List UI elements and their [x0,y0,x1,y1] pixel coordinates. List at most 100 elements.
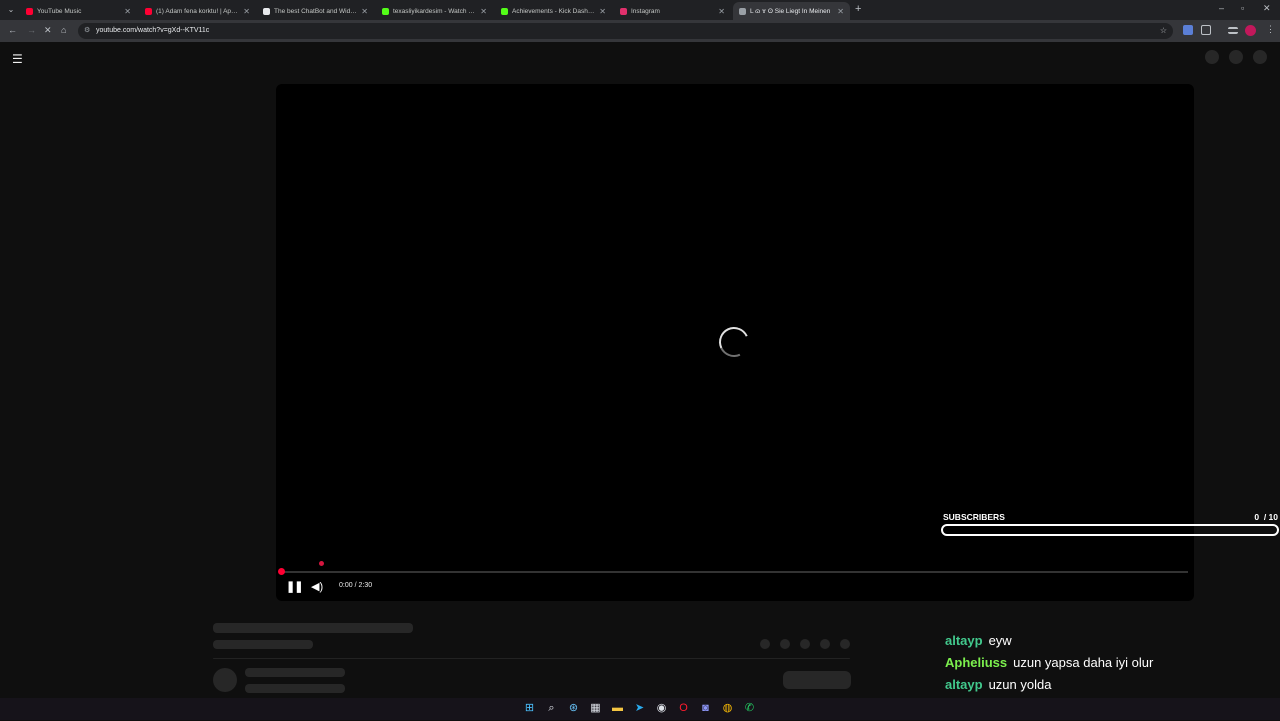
extensions-puzzle-icon[interactable] [1201,25,1211,35]
tab-favicon-icon [501,7,508,15]
browser-tab[interactable]: The best ChatBot and Widgets ✕ [257,2,374,20]
notifications-icon[interactable] [1229,50,1243,64]
create-icon[interactable] [1205,50,1219,64]
goal-label: SUBSCRIBERS [943,512,1005,522]
media-controls-icon[interactable] [1228,27,1238,34]
tab-favicon-icon [145,7,152,15]
forward-icon[interactable]: → [27,25,36,35]
chat-username: Apheliuss [945,655,1008,670]
tab-title: (1) Adam fena korktu! | Aphelius [156,7,240,15]
action-skeleton [780,639,790,649]
loading-spinner-icon [714,322,754,362]
current-time: 0:00 [339,582,353,589]
channel-name-skeleton [245,668,345,677]
action-skeleton [800,639,810,649]
tab-favicon-icon [620,7,627,15]
browser-tab[interactable]: (1) Adam fena korktu! | Aphelius ✕ [139,2,256,20]
tab-close-icon[interactable]: ✕ [480,7,487,16]
browser-tab[interactable]: texasliyikardesim - Watch the ✕ [376,2,493,20]
browser-menu-icon[interactable]: ⋮ [1266,24,1275,35]
browser-tab[interactable]: L ɷ ɤ ʘ Sie Liegt In Meinen ✕ [733,2,850,20]
close-window-icon[interactable]: ✕ [1263,3,1271,14]
tab-title: Achievements - Kick Dashboard [512,7,596,15]
tab-close-icon[interactable]: ✕ [361,7,368,16]
browser-tab[interactable]: Instagram ✕ [614,2,731,20]
new-tab-button[interactable]: + [855,3,861,15]
chat-message: altayp eyw [945,633,1280,655]
tab-title: The best ChatBot and Widgets [274,7,358,15]
mouse-cursor-indicator [319,561,324,566]
tab-close-icon[interactable]: ✕ [599,7,606,16]
discord-icon[interactable]: ◙ [698,701,713,716]
chat-text: uzun yolda [988,677,1052,692]
chat-message: Apheliuss uzun yapsa daha iyi olur [945,655,1280,677]
account-avatar[interactable] [1253,50,1267,64]
bookmark-star-icon[interactable]: ☆ [1160,26,1167,35]
hamburger-menu-icon[interactable]: ☰ [12,52,23,66]
search-icon[interactable]: ⌕ [544,701,559,716]
home-icon[interactable]: ⌂ [61,25,66,35]
time-separator: / [354,582,357,589]
translate-extension-icon[interactable] [1183,25,1193,35]
browser-toolbar: ← → ✕ ⌂ ⚙ youtube.com/watch?v=gXd--KTV11… [0,20,1280,42]
duration: 2:30 [358,582,373,589]
channel-subs-skeleton [245,684,345,693]
windows-taskbar: ⊞ ⌕ ⊛ ▦ ▬ ➤ ◉ O ◙ ◍ ✆ [0,698,1280,720]
tab-favicon-icon [739,7,746,15]
chat-text: eyw [988,633,1012,648]
stop-loading-icon[interactable]: ✕ [44,25,52,36]
chat-message: altayp uzun yolda [945,677,1280,699]
browser-tab-strip: ⌄ YouTube Music ✕ (1) Adam fena korktu! | … [0,0,1280,20]
windows-start-icon[interactable]: ⊞ [522,701,537,716]
address-bar[interactable]: ⚙ youtube.com/watch?v=gXd--KTV11c ☆ [78,23,1173,39]
minimize-icon[interactable]: – [1219,3,1224,13]
scrubber-handle[interactable] [278,568,285,575]
site-info-icon[interactable]: ⚙ [84,26,90,34]
back-icon[interactable]: ← [8,25,17,35]
tab-favicon-icon [382,7,389,15]
chat-text: uzun yapsa daha iyi olur [1013,655,1154,670]
subscriber-goal-widget: SUBSCRIBERS 0 / 10 [941,512,1279,540]
subscribe-button-skeleton [783,671,851,689]
time-display: 0:00 / 2:30 [339,582,372,589]
whatsapp-icon[interactable]: ✆ [742,701,757,716]
chat-username: altayp [945,633,983,648]
browser-tab[interactable]: YouTube Music ✕ [20,2,137,20]
channel-avatar-skeleton [213,668,237,692]
tab-favicon-icon [26,7,33,15]
volume-icon[interactable]: ◀) [311,580,323,593]
tab-title: Instagram [631,7,660,15]
tab-close-icon[interactable]: ✕ [718,7,725,16]
goal-target: / 10 [1263,512,1278,522]
opera-gx-icon[interactable]: O [676,701,691,716]
file-explorer-icon[interactable]: ▬ [610,701,625,716]
calculator-icon[interactable]: ▦ [588,701,603,716]
profile-avatar[interactable] [1245,25,1256,36]
action-skeleton [820,639,830,649]
goal-progress-bar [941,524,1279,536]
chrome-icon[interactable]: ◍ [720,701,735,716]
telegram-icon[interactable]: ➤ [632,701,647,716]
action-skeleton [760,639,770,649]
tab-close-icon[interactable]: ✕ [124,7,131,16]
goal-current: 0 [1254,512,1260,522]
pause-button[interactable]: ❚❚ [286,580,303,593]
subtitle-skeleton [213,640,313,649]
tab-close-icon[interactable]: ✕ [837,7,844,16]
browser-tab[interactable]: Achievements - Kick Dashboard ✕ [495,2,612,20]
obs-icon[interactable]: ◉ [654,701,669,716]
action-skeleton [840,639,850,649]
tab-title: L ɷ ɤ ʘ Sie Liegt In Meinen [750,7,831,15]
url-text: youtube.com/watch?v=gXd--KTV11c [96,27,210,34]
steam-icon[interactable]: ⊛ [566,701,581,716]
tab-favicon-icon [263,7,270,15]
divider [213,658,850,659]
goal-count: 0 / 10 [1254,512,1278,522]
tab-title: texasliyikardesim - Watch the [393,7,477,15]
title-skeleton [213,623,413,633]
tab-close-icon[interactable]: ✕ [243,7,250,16]
progress-bar[interactable] [282,571,1188,573]
tab-search-icon[interactable]: ⌄ [4,3,18,17]
maximize-icon[interactable]: ▫ [1241,3,1244,13]
tab-title: YouTube Music [37,7,82,15]
